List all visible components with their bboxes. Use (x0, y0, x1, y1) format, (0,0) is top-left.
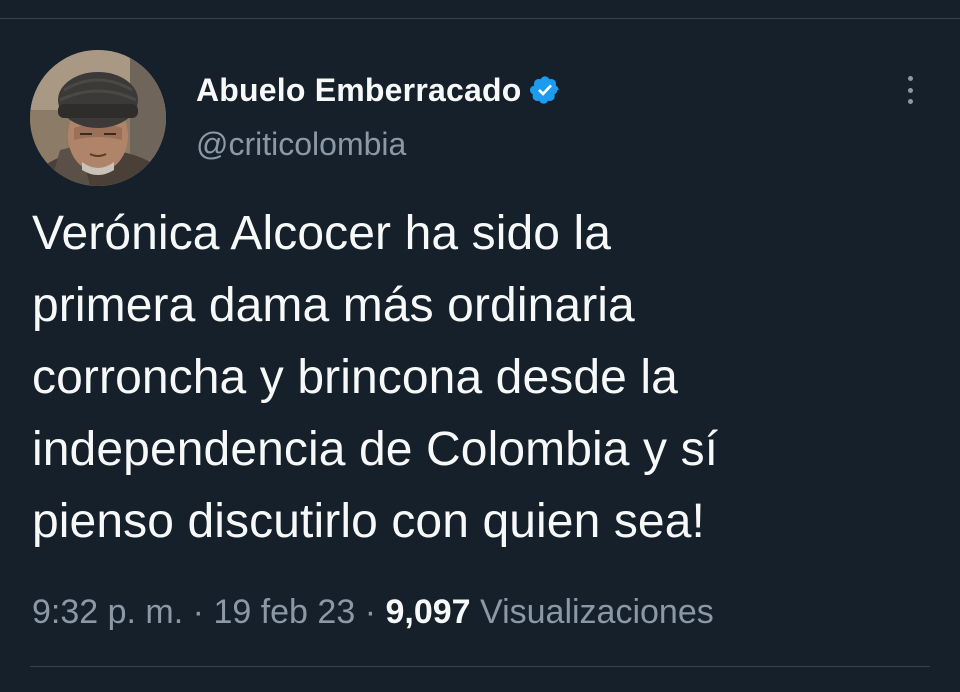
bottom-divider (30, 666, 930, 667)
avatar-photo (30, 50, 166, 186)
meta-separator: · (364, 593, 377, 631)
tweet-time[interactable]: 9:32 p. m. (32, 593, 183, 631)
more-options-icon[interactable] (896, 72, 924, 108)
tweet-meta: 9:32 p. m. · 19 feb 23 · 9,097 Visualiza… (32, 588, 714, 636)
verified-badge-icon (529, 74, 561, 106)
more-dot (907, 87, 913, 93)
tweet-text: Verónica Alcocer ha sido la primera dama… (32, 207, 719, 548)
author-name-row: Abuelo Emberracado (196, 68, 561, 112)
avatar[interactable] (30, 50, 166, 186)
views-label: Visualizaciones (480, 593, 714, 631)
author-handle[interactable]: @criticolombia (196, 126, 406, 163)
more-dot (907, 76, 913, 81)
meta-separator: · (192, 593, 204, 631)
author-display-name[interactable]: Abuelo Emberracado (196, 72, 521, 109)
top-divider (0, 18, 960, 19)
more-dot (907, 99, 913, 104)
views-count[interactable]: 9,097 (385, 593, 470, 631)
tweet-date[interactable]: 19 feb 23 (213, 593, 355, 631)
